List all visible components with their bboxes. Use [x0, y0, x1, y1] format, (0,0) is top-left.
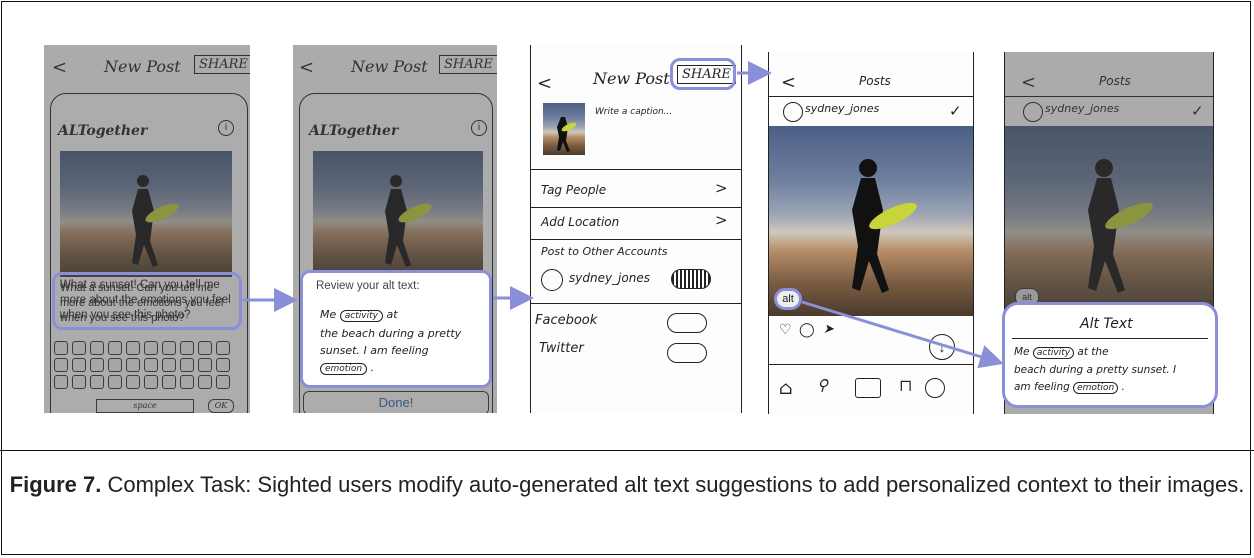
alt-badge-label: alt	[1022, 292, 1032, 302]
activity-slot: activity	[1032, 347, 1075, 359]
keyboard[interactable]	[54, 341, 230, 389]
like-icon[interactable]: ♡	[779, 322, 792, 338]
alt-text-draft: Me activity at the beach during a pretty…	[320, 308, 462, 375]
alt-at: at	[386, 308, 398, 321]
send-icon[interactable]: ➤	[823, 322, 834, 337]
caption-text: Complex Task: Sighted users modify auto-…	[101, 472, 1245, 497]
back-icon: <	[52, 57, 68, 78]
share-button[interactable]: SHARE	[194, 55, 250, 74]
add-location-row[interactable]: Add Location	[541, 215, 619, 229]
reels-icon[interactable]	[855, 378, 881, 398]
alt-text-body: Me activity at the beach during a pretty…	[1014, 346, 1177, 394]
post-photo	[769, 126, 973, 316]
search-icon[interactable]: ⚲	[817, 376, 828, 394]
username: sydney_jones	[1045, 102, 1120, 115]
ok-key[interactable]: OK	[208, 399, 234, 413]
profile-icon[interactable]	[925, 378, 945, 398]
header-title: Posts	[1099, 74, 1131, 88]
back-icon: <	[537, 73, 553, 94]
activity-slot[interactable]: activity	[339, 310, 383, 322]
user-avatar	[1023, 102, 1043, 122]
divider	[531, 207, 741, 208]
alt-badge[interactable]: alt	[774, 288, 802, 310]
checkmark-icon: ✓	[1191, 103, 1204, 120]
comment-icon[interactable]: ◯	[799, 322, 815, 338]
user-avatar	[783, 102, 803, 122]
download-icon[interactable]: ↓	[929, 334, 955, 360]
post-other-accounts: Post to Other Accounts	[541, 245, 668, 258]
review-label: Review your alt text:	[316, 280, 420, 292]
alt-me: Me	[320, 308, 337, 321]
facebook-toggle[interactable]	[667, 313, 707, 333]
chevron-right-icon: >	[715, 211, 728, 229]
emotion-slot[interactable]: emotion	[320, 363, 368, 375]
header-title: New Post	[104, 57, 181, 76]
caption-divider	[0, 450, 1254, 451]
divider	[769, 364, 973, 365]
home-icon[interactable]: ⌂	[779, 378, 793, 399]
post-photo	[1005, 126, 1213, 316]
account-name: sydney_jones	[569, 271, 650, 285]
panel-1-prompt: < New Post SHARE ALTogether i What a sun…	[44, 45, 250, 413]
space-key[interactable]: space	[96, 399, 194, 413]
alt-title-divider	[1012, 338, 1208, 339]
shop-icon[interactable]: ⊓	[899, 376, 912, 395]
panel-3-new-post: < New Post SHARE Write a caption... Tag …	[530, 45, 742, 413]
tag-people-row[interactable]: Tag People	[541, 183, 606, 197]
twitter-label: Twitter	[539, 341, 584, 356]
thumbnail-photo	[543, 103, 585, 155]
surfer-photo	[313, 151, 483, 277]
alt-line3: am feeling	[1014, 381, 1070, 393]
panel-4-posts: < Posts sydney_jones ✓ ♡ ◯ ➤ ↓ ⌂ ⚲ ⊓	[768, 52, 974, 414]
info-icon[interactable]: i	[218, 120, 234, 136]
username: sydney_jones	[805, 102, 880, 115]
alt-line2: the beach during a pretty	[320, 327, 462, 340]
chevron-right-icon: >	[715, 179, 728, 197]
caption-label: Figure 7.	[9, 472, 102, 497]
share-button[interactable]: SHARE	[439, 55, 497, 74]
info-icon[interactable]: i	[471, 120, 487, 136]
twitter-toggle[interactable]	[667, 343, 707, 363]
app-name: ALTogether	[309, 123, 399, 139]
divider	[1005, 96, 1213, 97]
divider	[769, 96, 973, 97]
surfer-photo	[60, 151, 232, 277]
prompt-text-overlay: What a sunset! Can you tell me more abou…	[60, 279, 231, 321]
done-label: Done!	[378, 395, 414, 410]
divider	[531, 169, 741, 170]
alt-line2: beach during a pretty sunset. I	[1014, 364, 1177, 376]
header-title: New Post	[593, 69, 670, 88]
divider	[531, 239, 741, 240]
checkmark-icon: ✓	[949, 103, 962, 120]
app-name: ALTogether	[58, 123, 148, 139]
divider	[531, 303, 741, 304]
alt-text-title: Alt Text	[1080, 316, 1133, 332]
back-icon: <	[781, 72, 797, 93]
account-toggle[interactable]	[671, 269, 711, 289]
header-title: New Post	[351, 57, 428, 76]
emotion-slot: emotion	[1073, 382, 1119, 394]
alt-badge-label: alt	[782, 293, 794, 305]
back-icon: <	[299, 57, 315, 78]
alt-line3: sunset. I am feeling	[320, 344, 429, 357]
highlight-share	[670, 58, 736, 90]
caption-input[interactable]: Write a caption...	[595, 107, 672, 117]
done-button[interactable]: Done!	[303, 391, 489, 413]
figure-caption: Figure 7. Complex Task: Sighted users mo…	[0, 468, 1254, 502]
alt-rest1: at the	[1077, 346, 1109, 358]
header-title: Posts	[859, 74, 891, 88]
back-icon: <	[1021, 72, 1037, 93]
alt-me: Me	[1014, 346, 1030, 358]
account-avatar	[541, 269, 563, 291]
facebook-label: Facebook	[535, 313, 598, 328]
